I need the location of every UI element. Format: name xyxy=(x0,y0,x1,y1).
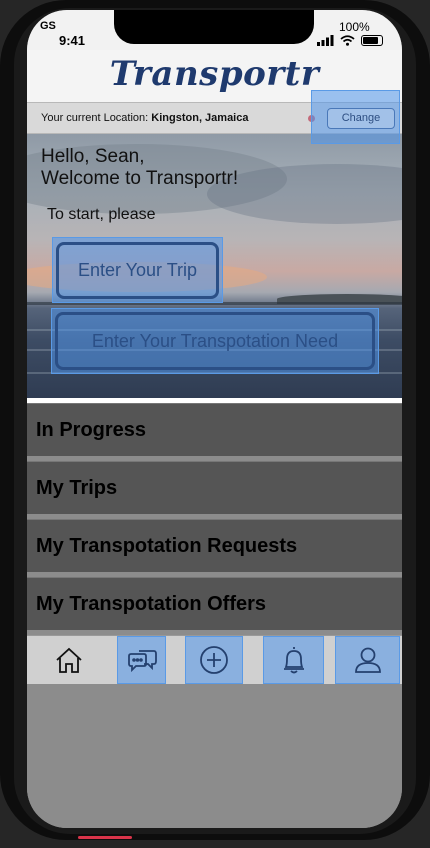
signal-icon xyxy=(317,34,334,46)
user-icon xyxy=(354,647,381,673)
greeting-text: Hello, Sean, Welcome to Transportr! xyxy=(41,146,238,190)
home-icon xyxy=(56,647,82,673)
tab-home[interactable] xyxy=(49,636,89,684)
enter-trip-button[interactable]: Enter Your Trip xyxy=(56,242,219,299)
greeting-line-2: Welcome to Transportr! xyxy=(41,168,239,189)
location-value: Kingston, Jamaica xyxy=(151,112,249,124)
menu-item-in-progress[interactable]: In Progress xyxy=(27,403,402,456)
hero-section: Hello, Sean, Welcome to Transportr! To s… xyxy=(27,134,402,398)
chat-bubbles-icon xyxy=(127,650,157,673)
home-indicator xyxy=(78,836,132,839)
tab-messages[interactable] xyxy=(117,636,166,684)
bell-icon xyxy=(283,647,304,674)
screen: GS 9:41 100% Transportr Your current Loc… xyxy=(27,10,402,828)
wifi-icon xyxy=(340,34,355,46)
clock: 9:41 xyxy=(59,33,86,48)
menu-item-my-trips[interactable]: My Trips xyxy=(27,461,402,514)
tab-bar xyxy=(27,635,402,684)
tab-notifications[interactable] xyxy=(263,636,324,684)
plus-circle-icon xyxy=(200,646,228,674)
location-label: Your current Location: Kingston, Jamaica xyxy=(41,112,248,124)
empty-area xyxy=(27,684,402,828)
location-prefix: Your current Location: xyxy=(41,112,149,124)
change-location-button[interactable]: Change xyxy=(327,108,395,129)
start-prompt: To start, please xyxy=(47,206,156,223)
battery-icon xyxy=(361,34,383,46)
carrier-label: GS xyxy=(40,20,56,32)
tab-profile[interactable] xyxy=(335,636,400,684)
menu-item-transportation-requests[interactable]: My Transpotation Requests xyxy=(27,519,402,572)
menu-item-transportation-offers[interactable]: My Transpotation Offers xyxy=(27,577,402,630)
status-icons xyxy=(317,34,383,46)
dashboard-menu: In Progress My Trips My Transpotation Re… xyxy=(27,403,402,635)
notch xyxy=(114,10,314,44)
greeting-line-1: Hello, Sean, xyxy=(41,146,145,167)
enter-transportation-need-button[interactable]: Enter Your Transpotation Need xyxy=(55,312,375,370)
battery-percent: 100% xyxy=(339,20,370,34)
tab-add[interactable] xyxy=(185,636,243,684)
